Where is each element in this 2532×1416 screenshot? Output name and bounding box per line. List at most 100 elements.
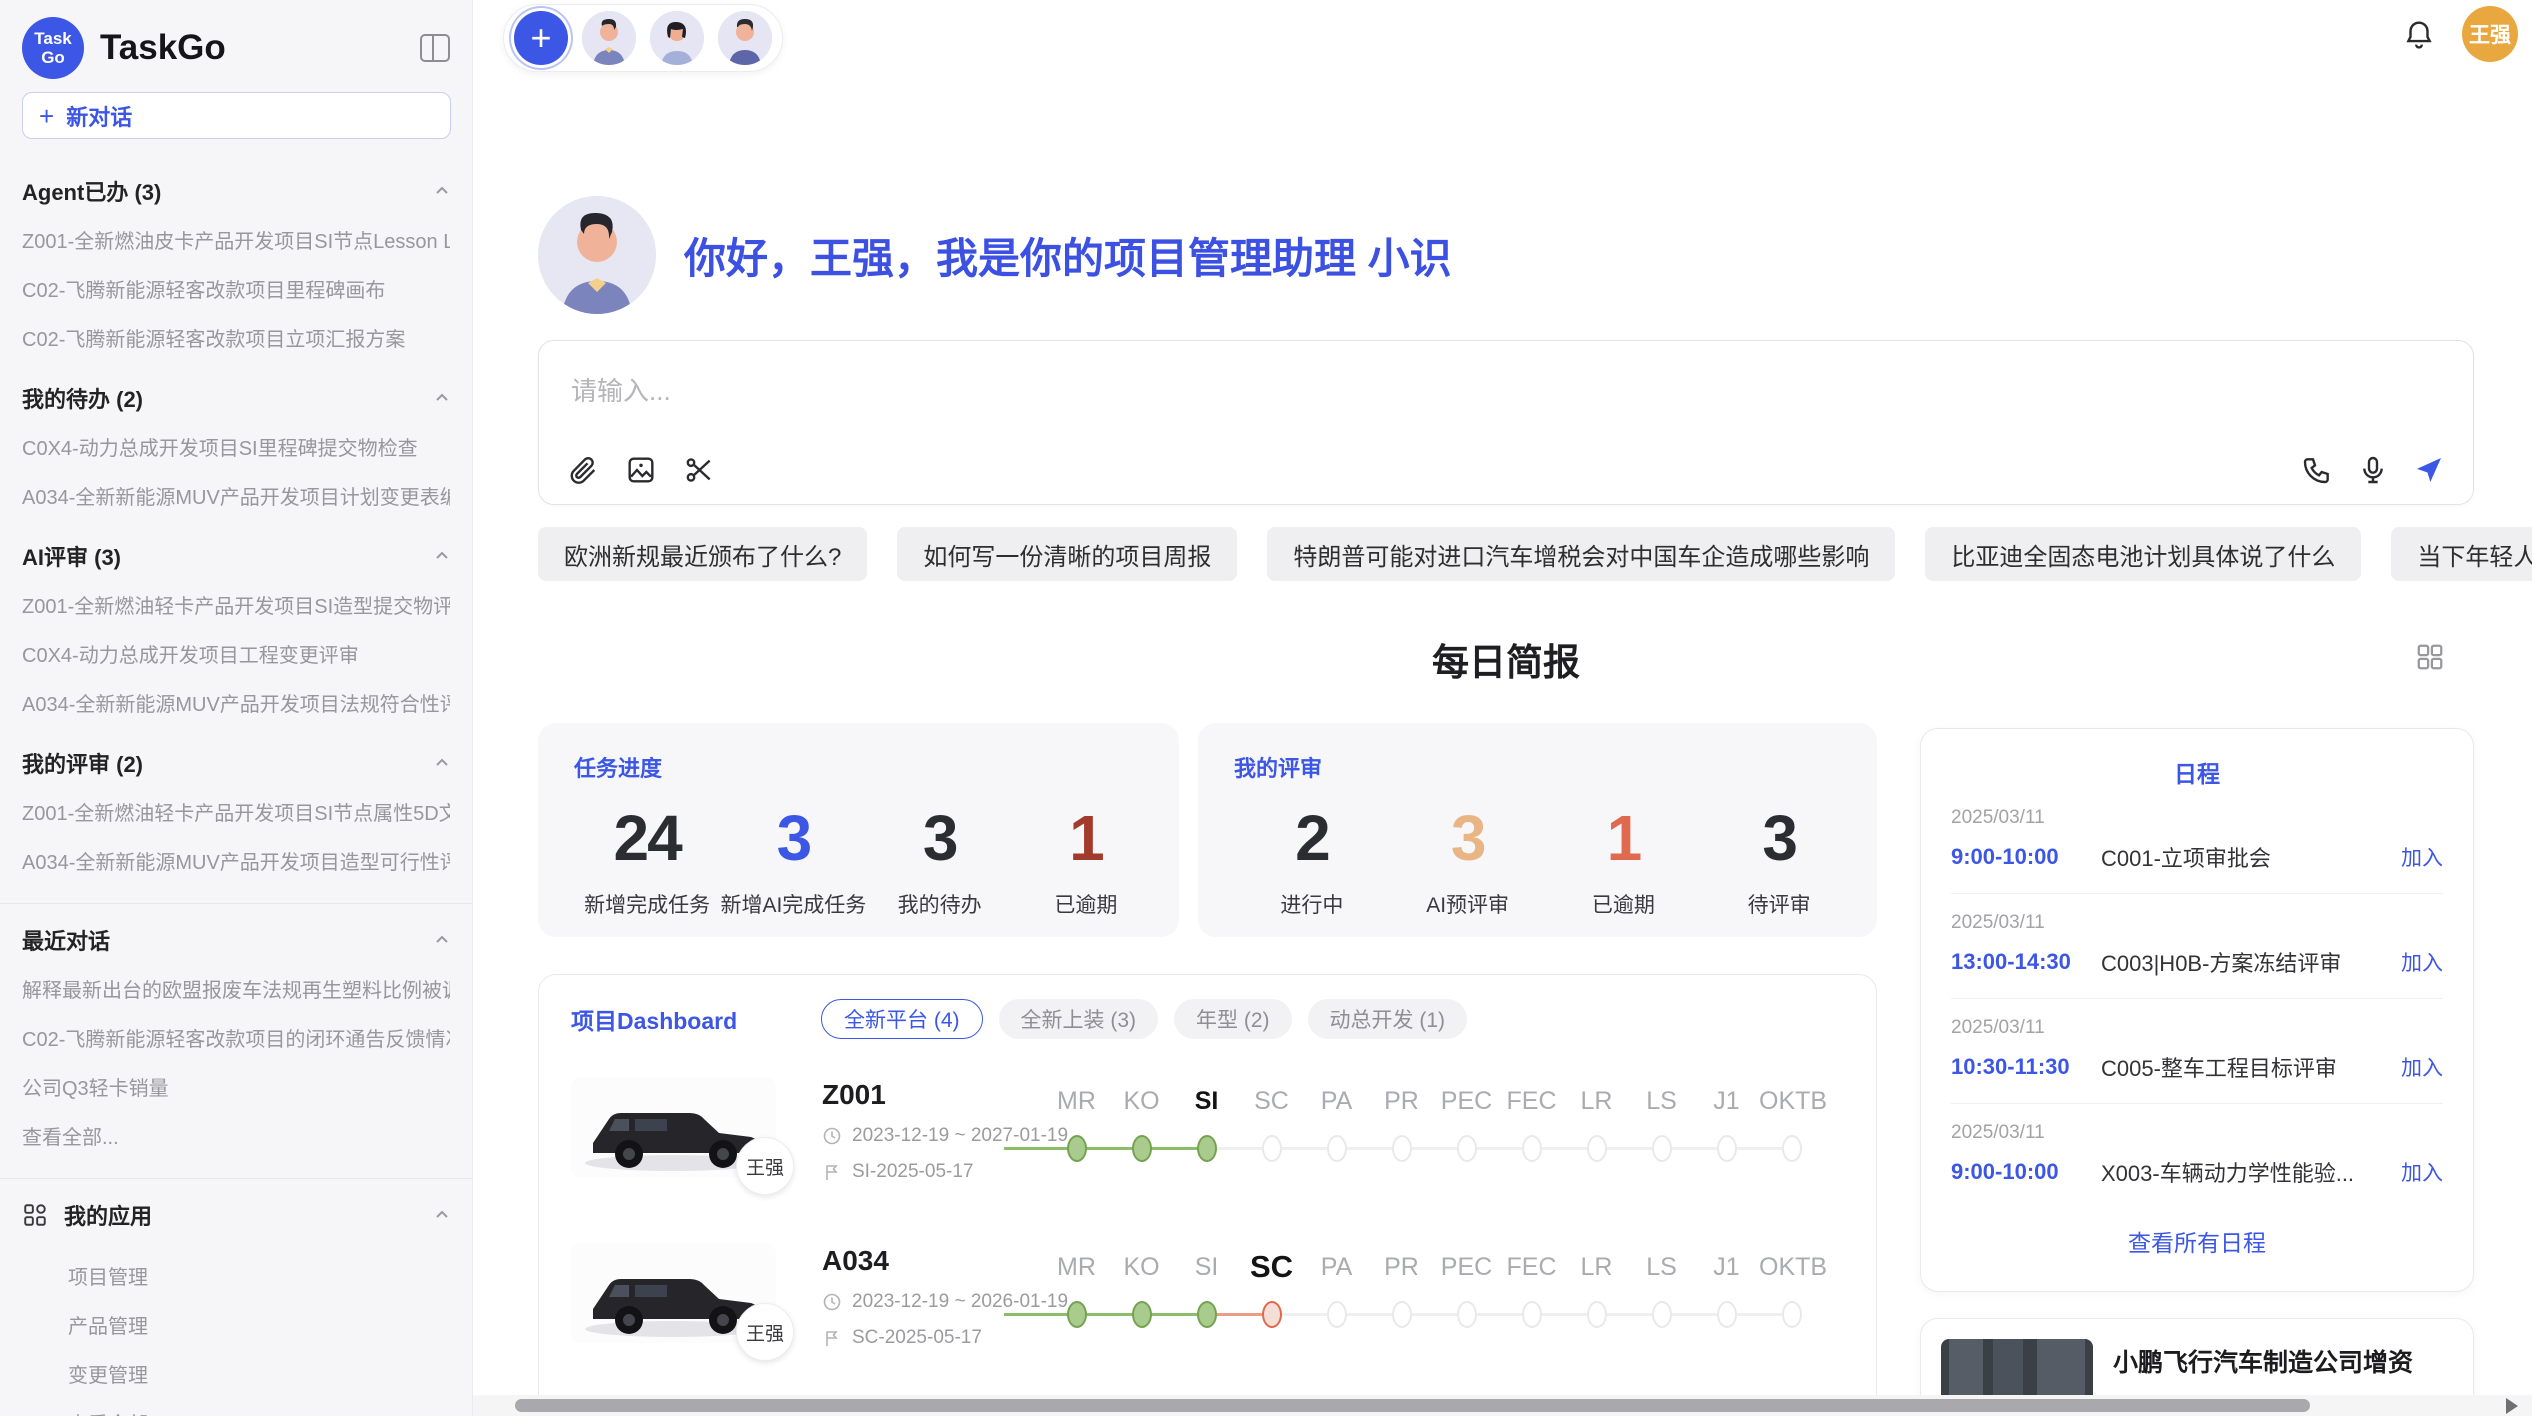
- chevron-up-icon[interactable]: [434, 390, 450, 406]
- milestone-label: PA: [1304, 1081, 1369, 1121]
- user-avatar[interactable]: 王强: [2462, 6, 2518, 62]
- app-shortcut-item[interactable]: 项目管理: [68, 1251, 450, 1300]
- stat-value: 24: [574, 801, 720, 875]
- section-header[interactable]: AI评审 (3): [22, 540, 450, 572]
- conversation-avatar-3[interactable]: [718, 11, 772, 65]
- my-apps-label: 我的应用: [64, 1199, 434, 1231]
- sidebar-item-my-apps[interactable]: 我的应用: [0, 1185, 472, 1235]
- chevron-up-icon[interactable]: [434, 932, 450, 948]
- scissors-icon[interactable]: [683, 454, 715, 486]
- sidebar-header: Task Go TaskGo: [0, 14, 472, 78]
- new-chat-button[interactable]: + 新对话: [22, 92, 451, 139]
- sidebar-collapse-icon[interactable]: [420, 34, 450, 62]
- milestone-label: SI: [1174, 1247, 1239, 1287]
- schedule-event-title: C003|H0B-方案冻结评审: [2101, 946, 2401, 978]
- project-code: A034: [822, 1245, 1044, 1277]
- app-shortcut-item[interactable]: 产品管理: [68, 1300, 450, 1349]
- phone-icon[interactable]: [2301, 454, 2333, 486]
- scrollbar-thumb[interactable]: [515, 1399, 2310, 1412]
- project-dates: 2023-12-19 ~ 2027-01-19: [822, 1125, 1044, 1147]
- stat-value: 1: [1013, 801, 1159, 875]
- milestone-pa: PA: [1304, 1081, 1369, 1205]
- suggestion-chip[interactable]: 比亚迪全固态电池计划具体说了什么: [1925, 527, 2361, 581]
- suggestion-chip[interactable]: 当下年轻人对汽车外观有怎样的喜好趋势: [2391, 527, 2532, 581]
- paperclip-icon[interactable]: [567, 454, 599, 486]
- join-meeting-link[interactable]: 加入: [2401, 1157, 2443, 1187]
- milestone-connector: [1004, 1147, 1076, 1150]
- recent-conversation-item[interactable]: C02-飞腾新能源轻客改款项目的闭环通告反馈情况: [22, 1013, 450, 1062]
- stat-label: 待评审: [1701, 889, 1857, 919]
- sidebar-conversation-item[interactable]: Z001-全新燃油轻卡产品开发项目SI节点属性5D文件评审: [22, 787, 450, 836]
- recent-conversation-item[interactable]: 解释最新出台的欧盟报废车法规再生塑料比例被调至15%...: [22, 964, 450, 1013]
- dashboard-tab[interactable]: 动总开发 (1): [1308, 999, 1468, 1039]
- new-conversation-button[interactable]: +: [514, 11, 568, 65]
- project-flag-line: SC-2025-05-17: [822, 1327, 1044, 1349]
- chevron-up-icon[interactable]: [434, 755, 450, 771]
- scrollbar-right-arrow[interactable]: [2506, 1398, 2518, 1414]
- project-row[interactable]: 王强 Z001 2023-12-19 ~ 2027-01-19 SI-2025-…: [571, 1077, 1876, 1205]
- suggestion-chip[interactable]: 欧洲新规最近颁布了什么?: [538, 527, 867, 581]
- microphone-icon[interactable]: [2357, 454, 2389, 486]
- join-meeting-link[interactable]: 加入: [2401, 1052, 2443, 1082]
- milestone-label: KO: [1109, 1081, 1174, 1121]
- app-shortcut-item[interactable]: 查看全部...: [68, 1398, 450, 1416]
- milestone-lr: LR: [1564, 1081, 1629, 1205]
- project-code: Z001: [822, 1079, 1044, 1111]
- milestone-label: LR: [1564, 1081, 1629, 1121]
- chat-input[interactable]: 请输入...: [538, 340, 2474, 505]
- project-owner-badge: 王强: [736, 1137, 794, 1195]
- join-meeting-link[interactable]: 加入: [2401, 842, 2443, 872]
- milestone-ls: LS: [1629, 1247, 1694, 1371]
- schedule-entry: 2025/03/119:00-10:00C001-立项审批会加入: [1951, 789, 2443, 894]
- app-shortcut-item[interactable]: 变更管理: [68, 1349, 450, 1398]
- conversation-avatar-1[interactable]: [582, 11, 636, 65]
- section-header[interactable]: 最近对话: [22, 924, 450, 956]
- sidebar-conversation-item[interactable]: Z001-全新燃油皮卡产品开发项目SI节点Lesson Learn报告: [22, 215, 450, 264]
- chevron-up-icon[interactable]: [434, 548, 450, 564]
- sidebar-scroll: Agent已办 (3) Z001-全新燃油皮卡产品开发项目SI节点Lesson …: [0, 149, 472, 1416]
- suggestion-chip[interactable]: 特朗普可能对进口汽车增税会对中国车企造成哪些影响: [1267, 527, 1895, 581]
- schedule-card: 日程 2025/03/119:00-10:00C001-立项审批会加入2025/…: [1920, 728, 2474, 1292]
- stat-value: 3: [1390, 801, 1546, 875]
- join-meeting-link[interactable]: 加入: [2401, 947, 2443, 977]
- conversation-avatar-2[interactable]: [650, 11, 704, 65]
- view-all-schedule-link[interactable]: 查看所有日程: [1951, 1208, 2443, 1274]
- sidebar-conversation-item[interactable]: Z001-全新燃油轻卡产品开发项目SI造型提交物评审: [22, 580, 450, 629]
- sidebar-conversation-item[interactable]: C0X4-动力总成开发项目SI里程碑提交物检查: [22, 422, 450, 471]
- image-icon[interactable]: [625, 454, 657, 486]
- notifications-bell-icon[interactable]: [2402, 17, 2436, 51]
- sidebar-conversation-item[interactable]: A034-全新新能源MUV产品开发项目法规符合性评审: [22, 678, 450, 727]
- sidebar-conversation-item[interactable]: C02-飞腾新能源轻客改款项目里程碑画布: [22, 264, 450, 313]
- chevron-up-icon[interactable]: [434, 1207, 450, 1223]
- section-header[interactable]: Agent已办 (3): [22, 175, 450, 207]
- assistant-avatar: [538, 196, 656, 314]
- milestone-dot: [1587, 1135, 1607, 1162]
- dashboard-tab[interactable]: 全新平台 (4): [821, 999, 983, 1039]
- sidebar-conversation-item[interactable]: A034-全新新能源MUV产品开发项目造型可行性评审: [22, 836, 450, 885]
- milestone-label: PEC: [1434, 1247, 1499, 1287]
- section-header[interactable]: 我的评审 (2): [22, 747, 450, 779]
- milestone-label: PR: [1369, 1081, 1434, 1121]
- input-send-tools: [2301, 454, 2445, 486]
- chevron-up-icon[interactable]: [434, 183, 450, 199]
- sidebar-conversation-item[interactable]: A034-全新新能源MUV产品开发项目计划变更表编写: [22, 471, 450, 520]
- milestone-label: PA: [1304, 1247, 1369, 1287]
- milestone-ls: LS: [1629, 1081, 1694, 1205]
- dashboard-tab[interactable]: 年型 (2): [1174, 999, 1292, 1039]
- sidebar-section: 最近对话 解释最新出台的欧盟报废车法规再生塑料比例被调至15%...C02-飞腾…: [0, 924, 472, 1160]
- milestone-pr: PR: [1369, 1247, 1434, 1371]
- suggestion-chip[interactable]: 如何写一份清晰的项目周报: [897, 527, 1237, 581]
- sidebar-conversation-item[interactable]: C0X4-动力总成开发项目工程变更评审: [22, 629, 450, 678]
- sidebar-conversation-item[interactable]: C02-飞腾新能源轻客改款项目立项汇报方案: [22, 313, 450, 362]
- section-title: Agent已办 (3): [22, 175, 434, 207]
- recent-conversation-item[interactable]: 查看全部...: [22, 1111, 450, 1160]
- topbar-right: 王强: [2402, 6, 2518, 62]
- recent-conversation-item[interactable]: 公司Q3轻卡销量: [22, 1062, 450, 1111]
- send-icon[interactable]: [2413, 454, 2445, 486]
- stat-value: 3: [1701, 801, 1857, 875]
- flag-icon: [822, 1328, 842, 1348]
- project-row[interactable]: 王强 A034 2023-12-19 ~ 2026-01-19 SC-2025-…: [571, 1243, 1876, 1371]
- brief-layout-icon[interactable]: [2415, 642, 2445, 672]
- dashboard-tab[interactable]: 全新上装 (3): [999, 999, 1159, 1039]
- section-header[interactable]: 我的待办 (2): [22, 382, 450, 414]
